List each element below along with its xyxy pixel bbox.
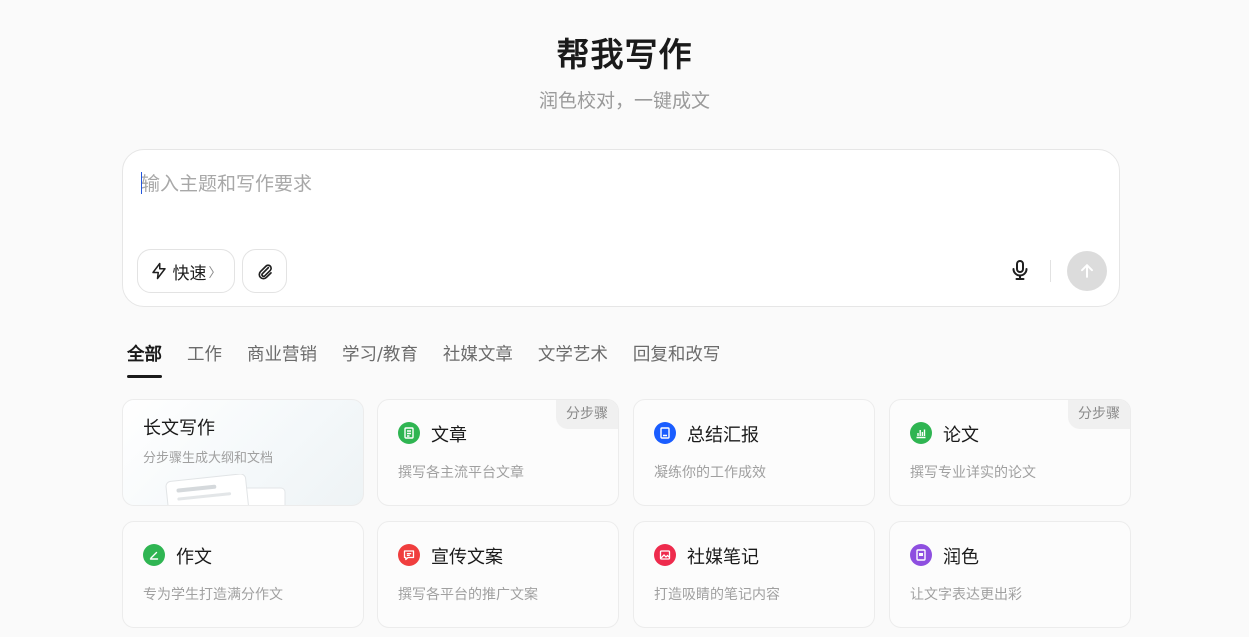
attach-button[interactable] xyxy=(242,249,287,293)
microphone-icon[interactable] xyxy=(1008,258,1032,282)
card-long-writing[interactable]: 长文写作 分步骤生成大纲和文档 xyxy=(122,399,364,506)
tab-work[interactable]: 工作 xyxy=(187,342,222,378)
card-title: 宣传文案 xyxy=(431,547,503,568)
tab-education[interactable]: 学习/教育 xyxy=(342,342,418,378)
composer-box: 快速 〉 xyxy=(122,149,1120,307)
tab-reply-rewrite[interactable]: 回复和改写 xyxy=(633,342,721,378)
tab-literature[interactable]: 文学艺术 xyxy=(538,342,608,378)
card-title: 作文 xyxy=(176,547,212,568)
step-badge: 分步骤 xyxy=(556,400,618,429)
card-desc: 专为学生打造满分作文 xyxy=(143,587,283,603)
card-polish[interactable]: 润色 让文字表达更出彩 xyxy=(889,521,1131,628)
card-desc: 撰写各主流平台文章 xyxy=(398,465,524,481)
text-caret xyxy=(141,172,142,194)
card-title: 社媒笔记 xyxy=(687,547,759,568)
card-title: 论文 xyxy=(943,425,979,446)
divider xyxy=(1050,260,1051,282)
article-icon xyxy=(398,422,420,444)
card-desc: 分步骤生成大纲和文档 xyxy=(143,451,274,466)
card-desc: 打造吸睛的笔记内容 xyxy=(654,587,780,603)
category-tabs: 全部 工作 商业营销 学习/教育 社媒文章 文学艺术 回复和改写 xyxy=(127,342,745,382)
card-thesis[interactable]: 论文 撰写专业详实的论文 分步骤 xyxy=(889,399,1131,506)
arrow-up-icon xyxy=(1081,264,1093,278)
step-badge: 分步骤 xyxy=(1068,400,1130,429)
quick-mode-label: 快速 xyxy=(172,263,207,284)
card-desc: 让文字表达更出彩 xyxy=(910,587,1022,603)
card-title: 润色 xyxy=(943,547,979,568)
chevron-right-icon: 〉 xyxy=(208,265,222,281)
card-promo-copy[interactable]: 宣传文案 撰写各平台的推广文案 xyxy=(377,521,619,628)
card-title: 总结汇报 xyxy=(687,425,759,446)
card-desc: 凝练你的工作成效 xyxy=(654,465,766,481)
lightning-icon xyxy=(152,262,167,280)
card-social-notes[interactable]: 社媒笔记 打造吸睛的笔记内容 xyxy=(633,521,875,628)
message-icon xyxy=(398,544,420,566)
polish-icon xyxy=(910,544,932,566)
paperclip-icon xyxy=(257,264,272,280)
card-desc: 撰写各平台的推广文案 xyxy=(398,587,538,603)
card-title: 文章 xyxy=(431,425,467,446)
card-desc: 撰写专业详实的论文 xyxy=(910,465,1036,481)
card-title: 长文写作 xyxy=(143,418,215,439)
page-subtitle: 润色校对，一键成文 xyxy=(538,90,710,112)
card-essay[interactable]: 作文 专为学生打造满分作文 xyxy=(122,521,364,628)
report-icon xyxy=(654,422,676,444)
image-icon xyxy=(654,544,676,566)
topic-input[interactable] xyxy=(141,170,1081,198)
chart-icon xyxy=(910,422,932,444)
tab-marketing[interactable]: 商业营销 xyxy=(247,342,317,378)
tab-social-media[interactable]: 社媒文章 xyxy=(443,342,513,378)
card-summary-report[interactable]: 总结汇报 凝练你的工作成效 xyxy=(633,399,875,506)
pen-icon xyxy=(143,544,165,566)
tab-all[interactable]: 全部 xyxy=(127,342,162,378)
card-article[interactable]: 文章 撰写各主流平台文章 分步骤 xyxy=(377,399,619,506)
document-illustration xyxy=(165,474,286,505)
send-button[interactable] xyxy=(1067,251,1107,291)
page-title: 帮我写作 xyxy=(556,35,693,74)
writing-page: 帮我写作 润色校对，一键成文 快速 〉 全部 xyxy=(0,0,1249,637)
quick-mode-button[interactable]: 快速 〉 xyxy=(137,249,235,293)
